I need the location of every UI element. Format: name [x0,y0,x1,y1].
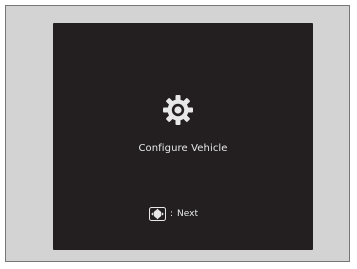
gear-icon [162,94,194,126]
screen-title: Configure Vehicle [138,143,228,154]
control-hint: : Next [149,207,198,221]
hint-label: Next [177,209,199,219]
hint-separator: : [170,209,174,219]
selector-dial-icon [149,207,166,221]
